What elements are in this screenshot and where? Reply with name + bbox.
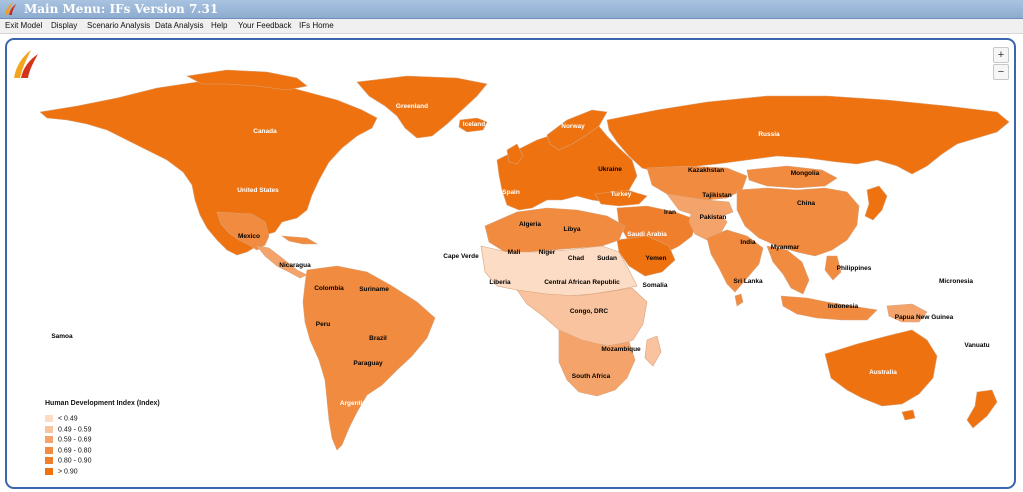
country-label-micronesia: Micronesia	[939, 278, 973, 285]
country-label-mozambique: Mozambique	[601, 346, 641, 353]
country-label-mongolia: Mongolia	[791, 170, 820, 177]
country-label-samoa: Samoa	[51, 333, 73, 340]
country-label-sri-lanka: Sri Lanka	[733, 278, 763, 285]
north-america-shape[interactable]	[39, 79, 378, 256]
country-label-colombia: Colombia	[314, 285, 344, 292]
legend-item: < 0.49	[45, 410, 160, 423]
zoom-out-button[interactable]: −	[993, 64, 1009, 80]
legend-swatch	[45, 467, 53, 475]
country-label-saudi-arabia: Saudi Arabia	[627, 231, 667, 238]
central-africa-shape[interactable]	[516, 287, 648, 347]
country-label-canada: Canada	[253, 128, 277, 135]
legend-item: > 0.90	[45, 463, 160, 475]
country-label-congo-drc: Congo, DRC	[570, 308, 609, 315]
country-label-tajikistan: Tajikistan	[702, 192, 732, 199]
country-label-philippines: Philippines	[837, 265, 872, 272]
country-label-nicaragua: Nicaragua	[279, 262, 311, 269]
country-label-liberia: Liberia	[489, 279, 511, 286]
menu-your-feedback[interactable]: Your Feedback	[238, 20, 292, 32]
map-panel[interactable]: Greenland Iceland Canada Norway Russia United…	[5, 38, 1016, 489]
new-zealand-shape[interactable]	[966, 389, 998, 429]
madagascar-shape[interactable]	[644, 335, 662, 367]
ifs-corner-logo-icon	[14, 50, 38, 78]
country-label-ukraine: Ukraine	[598, 166, 622, 173]
country-label-indonesia: Indonesia	[828, 303, 859, 310]
legend-item: 0.80 - 0.90	[45, 452, 160, 465]
country-label-somalia: Somalia	[643, 282, 668, 289]
country-label-mexico: Mexico	[238, 233, 260, 240]
country-label-pakistan: Pakistan	[700, 214, 727, 221]
country-label-india: India	[740, 239, 756, 246]
south-america-shape[interactable]	[302, 265, 436, 451]
country-label-paraguay: Paraguay	[353, 360, 383, 367]
country-label-brazil: Brazil	[369, 335, 387, 342]
menu-ifs-home[interactable]: IFs Home	[299, 20, 334, 32]
country-label-suriname: Suriname	[359, 286, 389, 293]
menu-scenario-analysis[interactable]: Scenario Analysis	[87, 20, 150, 32]
country-label-niger: Niger	[539, 249, 556, 256]
country-label-mali: Mali	[508, 249, 521, 256]
korea-japan-shape[interactable]	[864, 185, 888, 221]
country-label-myanmar: Myanmar	[771, 244, 800, 251]
tasmania-shape[interactable]	[901, 409, 916, 421]
country-label-chad: Chad	[568, 255, 584, 262]
legend-item: 0.69 - 0.80	[45, 442, 160, 454]
country-label-russia: Russia	[758, 131, 780, 138]
country-label-cape-verde: Cape Verde	[443, 253, 479, 260]
country-label-yemen: Yemen	[646, 255, 667, 262]
menu-exit-model[interactable]: Exit Model	[5, 20, 42, 32]
legend-title: Human Development Index (Index)	[45, 400, 160, 407]
map-legend: Human Development Index (Index) < 0.49 0…	[45, 400, 160, 475]
menu-data-analysis[interactable]: Data Analysis	[155, 20, 203, 32]
country-label-libya: Libya	[564, 226, 581, 233]
country-label-vanuatu: Vanuatu	[964, 342, 989, 349]
country-label-china: China	[797, 200, 815, 207]
legend-item: 0.49 - 0.59	[45, 421, 160, 433]
menu-bar: Exit Model Display Scenario Analysis Dat…	[0, 19, 1023, 34]
country-label-australia: Australia	[869, 369, 897, 376]
country-label-greenland: Greenland	[396, 103, 428, 110]
title-bar: Main Menu: IFs Version 7.31	[0, 0, 1023, 19]
country-label-algeria: Algeria	[519, 221, 541, 228]
legend-item: 0.59 - 0.69	[45, 431, 160, 444]
north-africa-shape[interactable]	[484, 207, 626, 253]
country-label-sudan: Sudan	[597, 255, 617, 262]
country-label-kazakhstan: Kazakhstan	[688, 167, 724, 174]
window-title: Main Menu: IFs Version 7.31	[24, 2, 219, 16]
country-label-argentina: Argentina	[340, 400, 371, 407]
country-label-peru: Peru	[316, 321, 330, 328]
country-label-spain: Spain	[502, 189, 520, 196]
zoom-in-button[interactable]: +	[993, 47, 1009, 63]
country-label-papua-new-guinea: Papua New Guinea	[895, 314, 954, 321]
country-label-south-africa: South Africa	[572, 373, 611, 380]
country-label-iran: Iran	[664, 209, 676, 216]
menu-display[interactable]: Display	[51, 20, 77, 32]
menu-help[interactable]: Help	[211, 20, 227, 32]
russia-shape[interactable]	[606, 95, 1010, 175]
country-label-iceland: Iceland	[463, 121, 485, 128]
sahel-africa-shape[interactable]	[480, 245, 638, 297]
country-label-turkey: Turkey	[611, 191, 632, 198]
country-label-norway: Norway	[561, 123, 585, 130]
country-label-central-african-republic: Central African Republic	[544, 279, 620, 286]
sri-lanka-shape[interactable]	[734, 293, 744, 307]
australia-shape[interactable]	[824, 329, 938, 407]
cuba-shape[interactable]	[280, 235, 319, 245]
country-label-united-states: United States	[237, 187, 279, 194]
land-layer	[39, 69, 1010, 451]
ifs-logo-icon	[5, 2, 16, 15]
legend-label: > 0.90	[58, 467, 78, 475]
